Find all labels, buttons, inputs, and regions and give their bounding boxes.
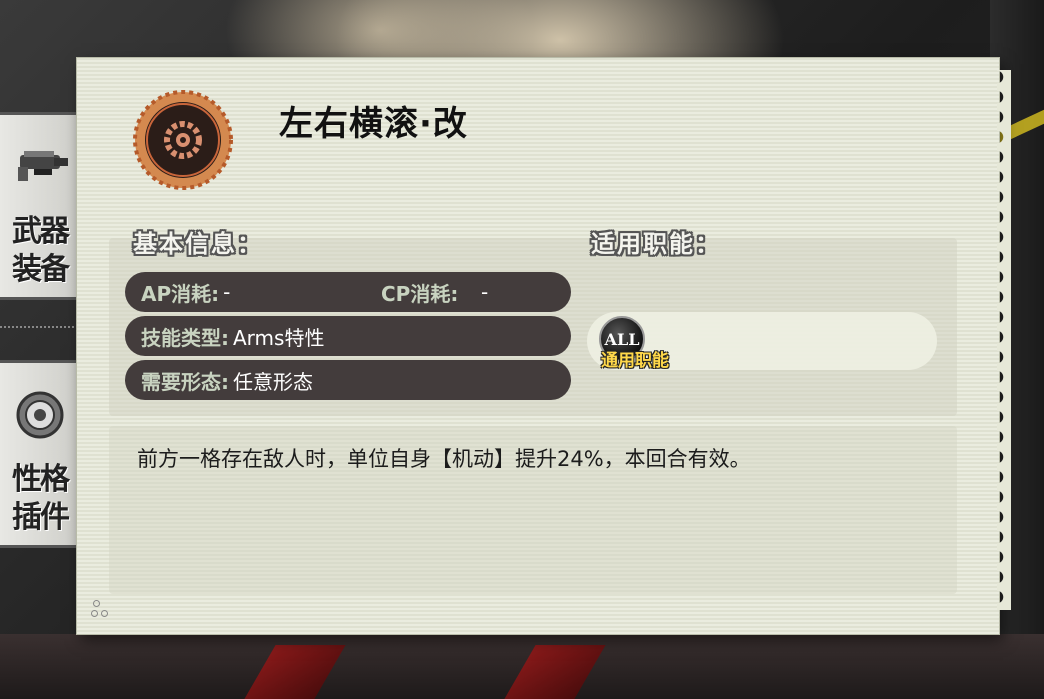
skill-detail-panel: 左右横滚·改 基本信息： 适用职能： AP消耗: - CP消耗: - 技能类型:…: [77, 58, 1011, 634]
skill-description: 前方一格存在敌人时，单位自身【机动】提升24%，本回合有效。: [137, 447, 751, 471]
personality-plugin-label: 性格插件: [12, 462, 70, 535]
skill-title: 左右横滚·改: [279, 104, 468, 144]
all-roles-label: 通用职能: [601, 351, 669, 371]
skill-type-value: Arms特性: [233, 325, 325, 350]
required-form-value: 任意形态: [233, 369, 313, 394]
gear-emblem-icon: [133, 90, 233, 190]
cost-row: AP消耗: - CP消耗: -: [125, 272, 571, 312]
required-form-row: 需要形态: 任意形态: [125, 360, 571, 400]
skill-type-label: 技能类型:: [141, 325, 229, 350]
ap-cost-label: AP消耗:: [141, 281, 220, 306]
corner-dots-icon: [91, 600, 117, 626]
side-menu-divider: [0, 326, 78, 328]
cp-cost-value: -: [481, 280, 489, 304]
plugin-chip-icon: [14, 385, 68, 445]
ap-cost-value: -: [223, 280, 231, 304]
skill-type-row: 技能类型: Arms特性: [125, 316, 571, 356]
required-form-label: 需要形态:: [141, 369, 229, 394]
weapon-equipment-button[interactable]: 武器装备: [0, 112, 80, 300]
cp-cost-label: CP消耗:: [381, 281, 459, 306]
personality-plugin-button[interactable]: 性格插件: [0, 360, 80, 548]
weapon-icon: [14, 137, 68, 197]
role-badge-all: ALL 通用职能: [599, 316, 689, 376]
weapon-equipment-label: 武器装备: [12, 214, 70, 287]
basic-info-heading: 基本信息：: [133, 229, 263, 258]
panel-perforated-edge: [997, 70, 1011, 610]
roles-heading: 适用职能：: [591, 229, 721, 258]
